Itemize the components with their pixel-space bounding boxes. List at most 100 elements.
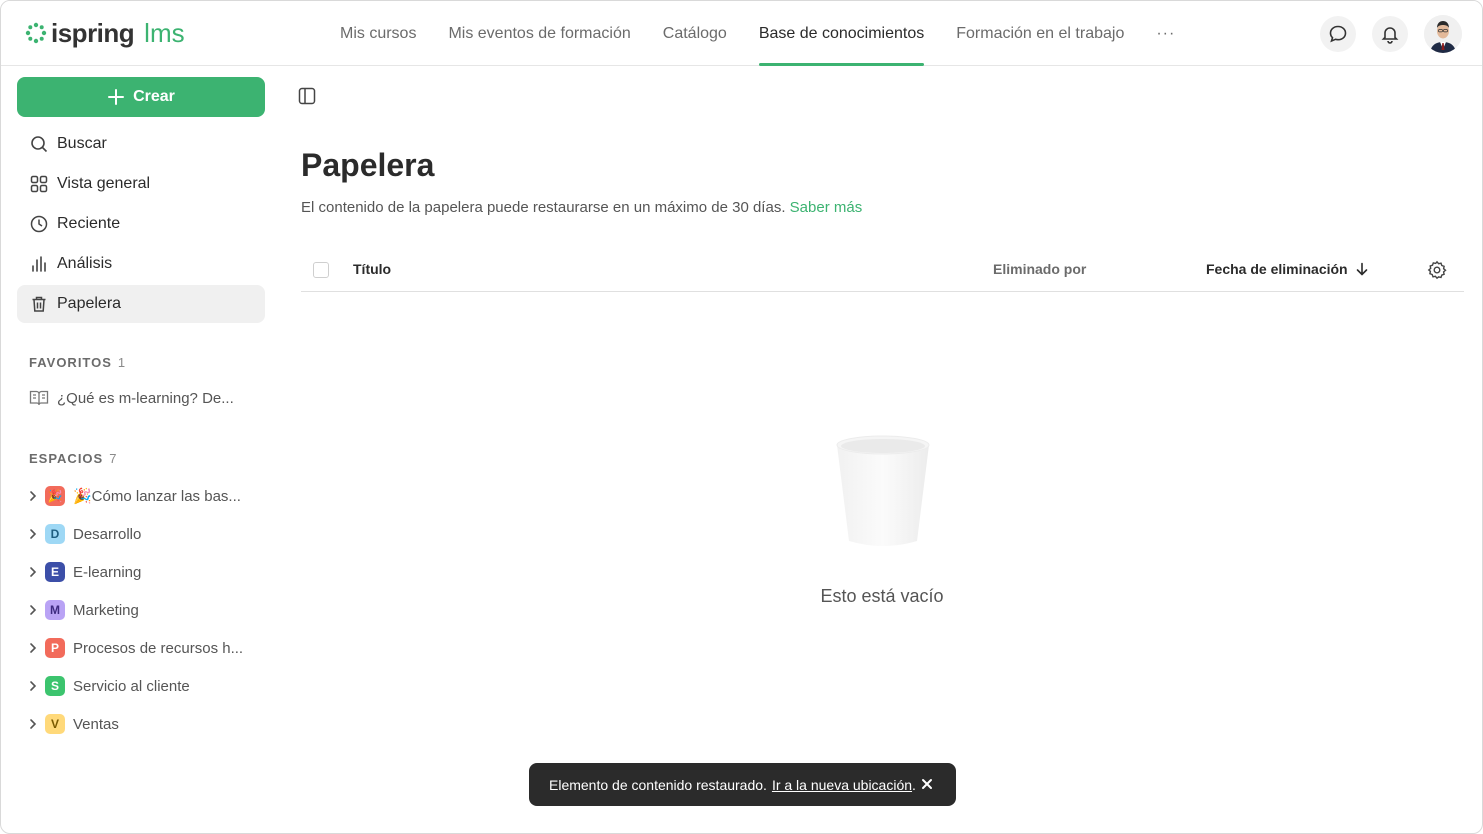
user-avatar[interactable]: [1424, 15, 1462, 53]
space-badge: S: [45, 676, 65, 696]
toast-go-to-location-link[interactable]: Ir a la nueva ubicación: [772, 777, 912, 793]
empty-state-text: Esto está vacío: [820, 586, 944, 606]
space-item-label: Procesos de recursos h...: [73, 639, 244, 657]
space-badge: 🎉: [45, 486, 65, 506]
chevron-right-icon[interactable]: [25, 528, 41, 540]
space-item-label: Servicio al cliente: [73, 677, 190, 695]
learn-more-link[interactable]: Saber más: [790, 199, 863, 216]
sidebar-item-label: Papelera: [57, 295, 122, 312]
avatar-image: [1424, 15, 1462, 53]
brand-suffix: lms: [144, 17, 185, 48]
space-item[interactable]: E E-learning: [25, 553, 265, 591]
spaces-list: 🎉 🎉Cómo lanzar las bas... D Desarrollo E E-le…: [25, 477, 265, 743]
spaces-count: 7: [109, 451, 118, 466]
app-window: ispring lms Mis cursos Mis eventos de fo…: [0, 0, 1483, 834]
column-settings-button[interactable]: [1427, 260, 1447, 280]
create-button[interactable]: Crear: [17, 77, 265, 117]
column-deleted-date-label: Fecha de eliminación: [1206, 261, 1348, 277]
space-item-label: Ventas: [73, 715, 119, 733]
sort-down-icon: [1356, 262, 1367, 276]
sidebar-item-overview[interactable]: Vista general: [17, 165, 265, 203]
nav-catalog[interactable]: Catálogo: [647, 1, 743, 66]
toast-close-button[interactable]: [918, 775, 936, 793]
chat-icon: [1329, 25, 1347, 43]
chevron-right-icon[interactable]: [25, 604, 41, 616]
select-all-checkbox[interactable]: [313, 262, 329, 278]
space-item[interactable]: V Ventas: [25, 705, 265, 743]
space-item-label: Marketing: [73, 601, 139, 619]
favorite-item-label: ¿Qué es m-learning? De...: [57, 389, 234, 407]
sidebar-item-analytics[interactable]: Análisis: [17, 245, 265, 283]
logo-icon: [25, 22, 47, 44]
space-badge: V: [45, 714, 65, 734]
chevron-right-icon[interactable]: [25, 642, 41, 654]
bell-icon: [1381, 27, 1399, 44]
sidebar-toggle-button[interactable]: [297, 86, 317, 106]
column-deleted-by[interactable]: Eliminado por: [993, 261, 1086, 277]
chevron-right-icon[interactable]: [25, 680, 41, 692]
brand-logo[interactable]: ispring lms: [25, 17, 185, 48]
book-icon: [29, 390, 49, 406]
top-header: ispring lms Mis cursos Mis eventos de fo…: [1, 1, 1482, 66]
favorite-item[interactable]: ¿Qué es m-learning? De...: [29, 389, 234, 407]
page-description: El contenido de la papelera puede restau…: [301, 199, 862, 216]
nav-my-training-events[interactable]: Mis eventos de formación: [432, 1, 646, 66]
table-header: Título Eliminado por Fecha de eliminació…: [301, 249, 1464, 292]
sidebar-item-trash[interactable]: Papelera: [17, 285, 265, 323]
chevron-right-icon[interactable]: [25, 490, 41, 502]
nav-knowledge-base[interactable]: Base de conocimientos: [743, 1, 940, 66]
plus-icon: [108, 89, 125, 105]
sidebar-item-label: Vista general: [57, 175, 151, 192]
space-item[interactable]: 🎉 🎉Cómo lanzar las bas...: [25, 477, 265, 515]
sidebar-item-label: Buscar: [57, 135, 107, 152]
chat-button[interactable]: [1320, 16, 1356, 52]
chart-icon: [29, 254, 49, 274]
page-description-text: El contenido de la papelera puede restau…: [301, 199, 786, 216]
space-item[interactable]: P Procesos de recursos h...: [25, 629, 265, 667]
more-menu-icon[interactable]: ···: [1140, 1, 1191, 66]
chevron-right-icon[interactable]: [25, 566, 41, 578]
space-badge: P: [45, 638, 65, 658]
sidebar: Crear Buscar Vista general Reciente Anál…: [1, 67, 281, 833]
sidebar-item-label: Análisis: [57, 255, 113, 272]
search-icon: [29, 134, 49, 154]
panel-icon: [298, 87, 316, 105]
main-nav: Mis cursos Mis eventos de formación Catá…: [324, 1, 1191, 66]
space-badge: M: [45, 600, 65, 620]
spaces-section-title: ESPACIOS 7: [29, 451, 117, 466]
favorites-section-title: FAVORITOS 1: [29, 355, 126, 370]
space-badge: D: [45, 524, 65, 544]
space-item[interactable]: D Desarrollo: [25, 515, 265, 553]
sidebar-menu: Buscar Vista general Reciente Análisis P…: [17, 125, 265, 325]
trash-icon: [29, 294, 49, 314]
space-badge: E: [45, 562, 65, 582]
column-title[interactable]: Título: [353, 261, 391, 277]
brand-name: ispring: [51, 17, 135, 48]
space-item-label: 🎉Cómo lanzar las bas...: [73, 488, 241, 505]
toast-period: .: [912, 776, 916, 793]
chevron-right-icon[interactable]: [25, 718, 41, 730]
close-icon: [922, 779, 932, 789]
create-button-label: Crear: [133, 88, 175, 105]
favorites-title: FAVORITOS: [29, 355, 112, 370]
space-item-label: Desarrollo: [73, 525, 142, 543]
clock-icon: [29, 214, 49, 234]
sidebar-item-recent[interactable]: Reciente: [17, 205, 265, 243]
page-title: Papelera: [301, 147, 435, 183]
notifications-button[interactable]: [1372, 16, 1408, 52]
space-item[interactable]: S Servicio al cliente: [25, 667, 265, 705]
sidebar-item-label: Reciente: [57, 215, 121, 232]
toast-notification: Elemento de contenido restaurado. Ir a l…: [529, 763, 956, 806]
nav-my-courses[interactable]: Mis cursos: [324, 1, 432, 66]
toast-message: Elemento de contenido restaurado.: [549, 776, 767, 793]
spaces-title: ESPACIOS: [29, 451, 104, 466]
space-item-label: E-learning: [73, 563, 142, 581]
nav-on-the-job-training[interactable]: Formación en el trabajo: [940, 1, 1140, 66]
empty-bin-illustration: [836, 435, 930, 546]
grid-icon: [29, 174, 49, 194]
column-deleted-date[interactable]: Fecha de eliminación: [1206, 261, 1368, 277]
space-item[interactable]: M Marketing: [25, 591, 265, 629]
favorites-count: 1: [117, 355, 127, 370]
gear-icon: [1427, 260, 1447, 280]
sidebar-item-search[interactable]: Buscar: [17, 125, 265, 163]
